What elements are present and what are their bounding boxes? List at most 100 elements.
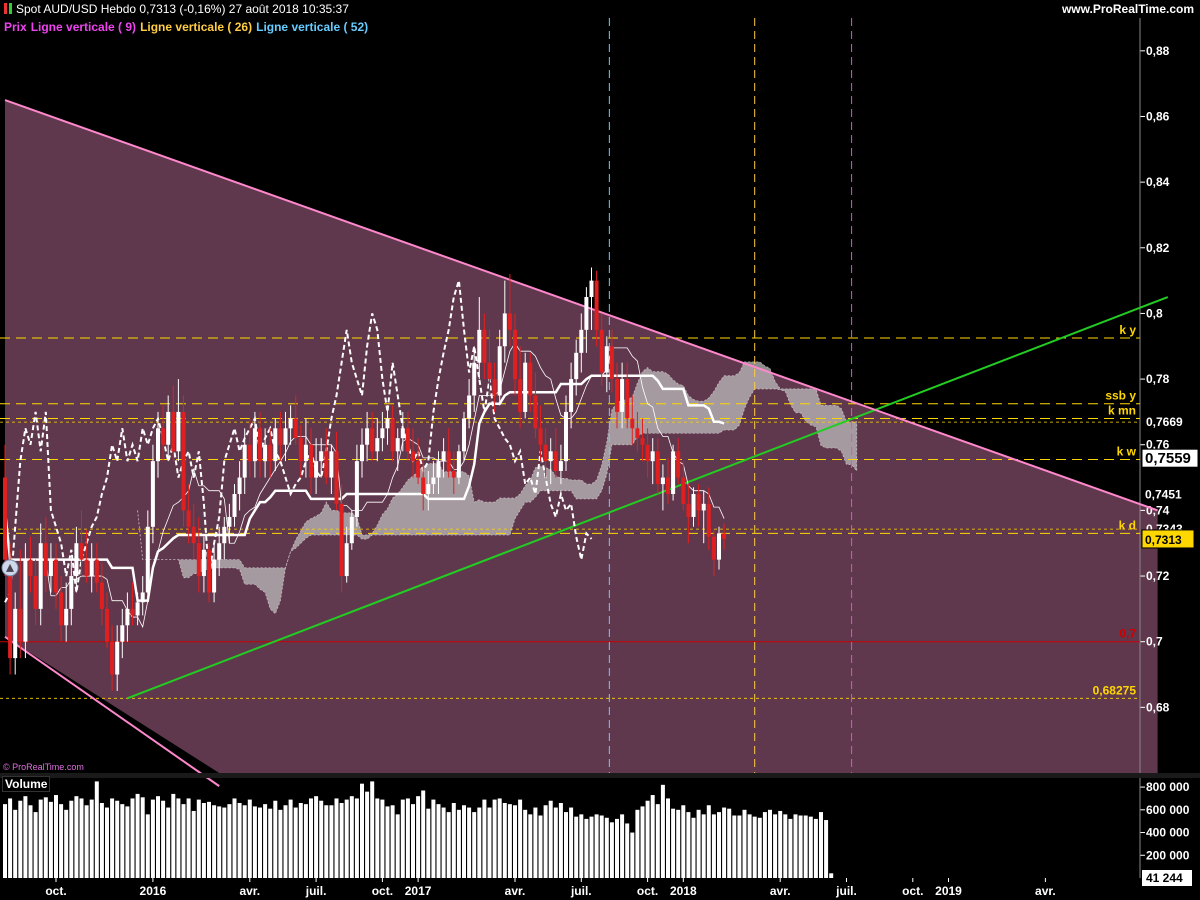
volume-bar — [110, 798, 115, 878]
volume-bar — [513, 805, 517, 878]
candle-body — [349, 516, 354, 544]
volume-bar — [339, 803, 344, 878]
legend-lv9[interactable]: Ligne verticale ( 9) — [31, 20, 136, 34]
x-tick-label: 2018 — [670, 884, 697, 898]
volume-bar — [803, 815, 808, 878]
legend-prix[interactable]: Prix — [4, 20, 27, 34]
candle-body — [370, 428, 375, 452]
volume-bar — [819, 812, 823, 878]
volume-bar — [120, 804, 125, 878]
axis-badge: 0,7559 — [1141, 448, 1199, 468]
volume-bar — [23, 796, 28, 878]
volume-bar — [722, 807, 727, 878]
x-tick-label: oct. — [637, 884, 658, 898]
x-tick-label: 2019 — [935, 884, 962, 898]
volume-bar — [569, 807, 574, 878]
volume-bar — [201, 803, 206, 878]
volume-bar — [635, 809, 640, 878]
candle-body — [635, 428, 640, 439]
candle-body — [334, 451, 339, 504]
candle-body — [650, 451, 655, 462]
volume-bar — [574, 816, 579, 878]
candle-body — [79, 543, 84, 560]
panel-separator — [0, 773, 1200, 778]
volume-bar — [706, 805, 711, 878]
candle-body — [354, 461, 359, 517]
volume-bar — [145, 814, 150, 878]
volume-bar — [314, 796, 319, 878]
volume-bar — [829, 873, 834, 878]
candle-body — [329, 451, 334, 478]
legend-lv52[interactable]: Ligne verticale ( 52) — [256, 20, 368, 34]
volume-bar — [125, 806, 130, 878]
candle-body — [135, 602, 140, 616]
level-label: k y — [1119, 323, 1136, 337]
candle-body — [166, 411, 171, 445]
price-chart[interactable]: 0,680,70,720,740,760,780,80,820,840,860,… — [0, 0, 1200, 900]
volume-bar — [742, 809, 747, 878]
volume-bar — [38, 799, 43, 878]
volume-bar — [360, 783, 364, 878]
axis-badge-label: 0,7313 — [1145, 533, 1182, 547]
volume-bar — [390, 805, 395, 878]
x-tick-label: oct. — [45, 884, 66, 898]
volume-bar — [385, 806, 390, 878]
volume-tick-label: 600 000 — [1146, 803, 1190, 817]
candle-body — [416, 461, 421, 478]
candle-body — [666, 477, 670, 494]
volume-bar — [518, 799, 523, 878]
volume-bar — [579, 814, 584, 878]
volume-bar — [370, 781, 375, 878]
volume-bar — [446, 812, 451, 878]
candle-body — [74, 543, 79, 577]
volume-bar — [156, 796, 160, 878]
candle-body — [145, 526, 150, 593]
volume-bar — [436, 804, 441, 878]
alert-icon[interactable] — [1, 559, 19, 577]
volume-bar — [472, 812, 477, 878]
volume-bar — [94, 781, 99, 878]
candle-body — [181, 411, 186, 511]
volume-bar — [752, 816, 757, 878]
candle-body — [584, 297, 589, 330]
volume-bar — [630, 832, 635, 878]
y-tick-label: 0,8 — [1146, 306, 1163, 320]
volume-tick-label: 200 000 — [1146, 848, 1190, 862]
axis-badge-label: 0,7559 — [1145, 450, 1191, 467]
level-label: k w — [1117, 445, 1137, 459]
candle-body — [640, 438, 645, 445]
volume-bar — [329, 805, 334, 878]
level-label: ssb y — [1105, 389, 1136, 403]
volume-bar — [150, 799, 155, 878]
candle-body — [706, 503, 711, 537]
volume-bar — [105, 807, 109, 878]
volume-bar — [711, 814, 716, 878]
candle-body — [69, 576, 74, 609]
x-axis: oct. 2016 avr. juil. oct. 2017 avr. juil. oct. 20… — [45, 878, 1056, 898]
candle-body — [574, 352, 579, 380]
volume-bar — [298, 803, 303, 878]
legend-lv26[interactable]: Ligne verticale ( 26) — [140, 20, 252, 34]
volume-bar — [196, 799, 201, 878]
volume-bar — [747, 814, 752, 878]
x-tick-label: juil. — [570, 884, 592, 898]
volume-bar — [140, 797, 145, 878]
candle-body — [339, 503, 344, 577]
volume-bar — [18, 800, 23, 878]
volume-bar — [365, 791, 370, 878]
candle-body — [365, 428, 370, 445]
volume-bar — [808, 816, 813, 878]
candle-body — [722, 533, 727, 539]
volume-bar — [640, 806, 645, 878]
candle-body — [314, 461, 319, 478]
volume-bar — [620, 814, 625, 878]
candle-body — [579, 329, 584, 353]
volume-bar — [135, 793, 140, 878]
candle-body — [309, 444, 313, 478]
volume-bar — [161, 800, 166, 878]
candle-body — [252, 428, 257, 462]
candle-body — [18, 608, 23, 642]
candle-body — [191, 526, 196, 544]
candle-body — [385, 418, 390, 429]
volume-bar — [783, 814, 788, 878]
